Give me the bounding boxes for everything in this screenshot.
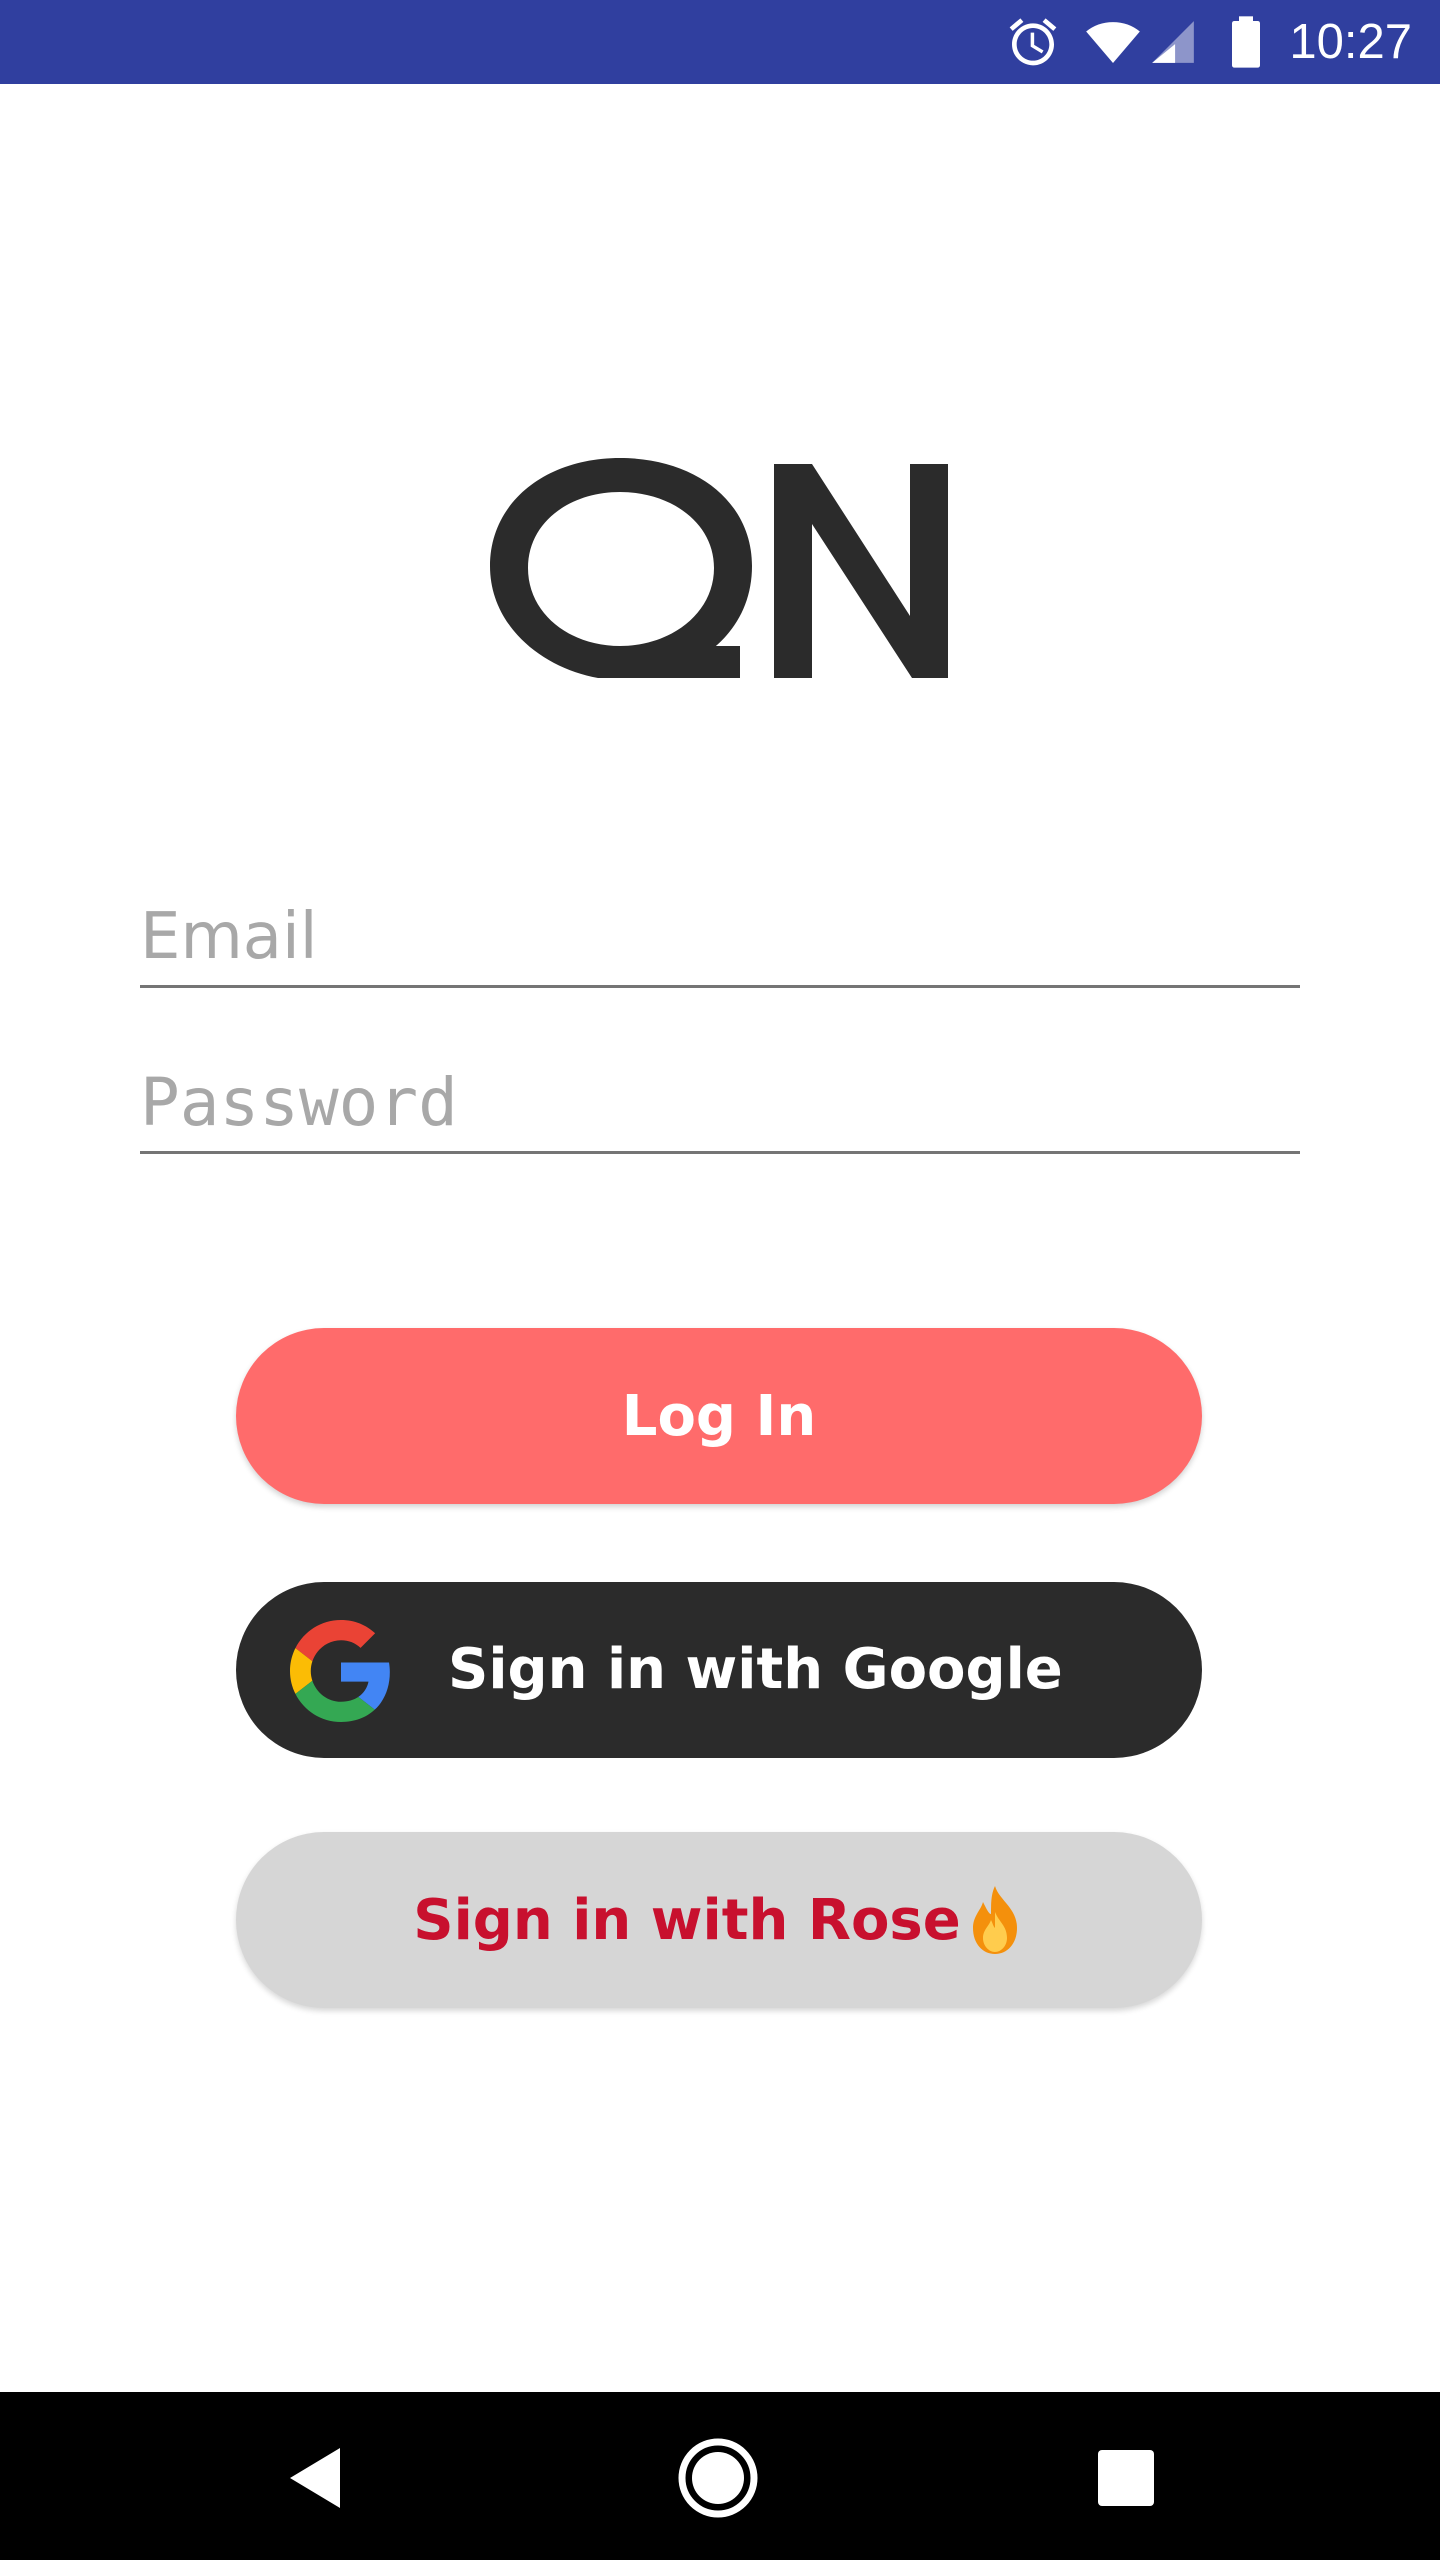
sign-in-with-rose-button[interactable]: Sign in with Rose [236,1832,1202,2008]
sign-in-with-google-label: Sign in with Google [448,1637,1063,1702]
email-field[interactable] [140,888,1300,988]
recents-icon[interactable] [1084,2436,1168,2520]
back-icon[interactable] [274,2436,358,2520]
log-in-button[interactable]: Log In [236,1328,1202,1504]
cell-signal-icon [1152,21,1194,63]
wifi-icon [1086,22,1140,63]
navigation-bar [0,2392,1440,2560]
status-time: 10:27 [1289,15,1412,69]
home-icon[interactable] [676,2436,760,2520]
status-bar: 10:27 [0,0,1440,84]
app-logo [490,458,948,678]
log-in-label: Log In [621,1383,817,1449]
battery-icon [1232,16,1260,68]
fire-icon [972,1886,1017,1954]
google-logo-icon [290,1620,390,1722]
alarm-icon [1009,18,1057,66]
password-field[interactable] [140,1054,1300,1154]
sign-in-with-rose-label: Sign in with Rose [413,1887,961,1953]
sign-in-with-google-button[interactable]: Sign in with Google [236,1582,1202,1758]
